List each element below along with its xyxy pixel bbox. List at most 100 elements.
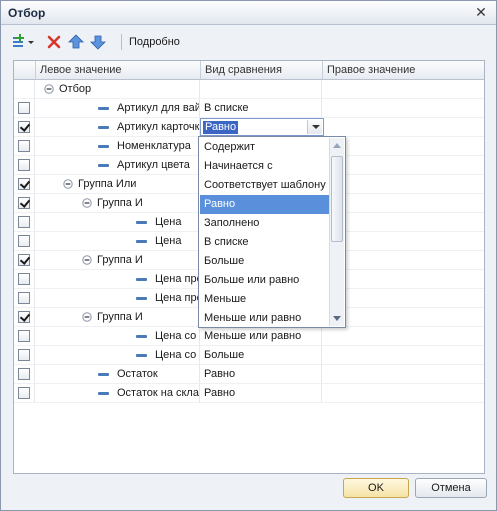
close-icon[interactable]: ✕: [472, 4, 490, 21]
row-checkbox[interactable]: [18, 292, 30, 304]
table-row[interactable]: Артикул карточки Равно: [14, 118, 484, 137]
comparison-cell[interactable]: Равно: [201, 384, 322, 402]
header-left-value[interactable]: Левое значение: [36, 61, 201, 79]
dropdown-scrollbar[interactable]: [329, 138, 344, 326]
table-row[interactable]: Отбор: [14, 80, 484, 99]
collapse-icon[interactable]: [82, 312, 92, 322]
comparison-select[interactable]: Равно: [200, 118, 324, 136]
dropdown-option[interactable]: Больше: [200, 252, 329, 271]
dropdown-option[interactable]: Меньше или равно: [200, 309, 329, 328]
right-value-cell[interactable]: [323, 365, 483, 383]
dropdown-option[interactable]: Соответствует шаблону: [200, 176, 329, 195]
left-value-cell[interactable]: Группа И: [36, 308, 200, 326]
header-comparison[interactable]: Вид сравнения: [201, 61, 323, 79]
left-value-cell[interactable]: Группа И: [36, 251, 200, 269]
left-value-cell[interactable]: Цена про...: [36, 270, 200, 288]
row-checkbox[interactable]: [18, 254, 30, 266]
left-value-cell[interactable]: Отбор: [36, 80, 200, 98]
row-checkbox[interactable]: [18, 349, 30, 361]
chevron-down-icon[interactable]: [307, 120, 322, 134]
right-value-cell[interactable]: [323, 194, 483, 212]
row-checkbox[interactable]: [18, 178, 30, 190]
toolbar-separator: [121, 34, 122, 50]
dropdown-option[interactable]: Больше или равно: [200, 271, 329, 290]
table-row[interactable]: Артикул для вайлд...В списке: [14, 99, 484, 118]
right-value-cell[interactable]: [323, 137, 483, 155]
row-check-cell: [14, 118, 35, 136]
left-value-cell[interactable]: Цена со с...: [36, 327, 200, 345]
dropdown-option[interactable]: Равно: [200, 195, 329, 214]
right-value-cell[interactable]: [323, 251, 483, 269]
dropdown-option[interactable]: Заполнено: [200, 214, 329, 233]
table-row[interactable]: Цена со с...Меньше или равно: [14, 327, 484, 346]
scroll-down-icon[interactable]: [333, 316, 341, 321]
right-value-cell[interactable]: [323, 346, 483, 364]
collapse-icon[interactable]: [82, 255, 92, 265]
details-button[interactable]: Подробно: [129, 36, 180, 48]
left-value-cell[interactable]: Цена про...: [36, 289, 200, 307]
left-value-cell[interactable]: Номенклатура: [36, 137, 200, 155]
add-condition-button[interactable]: [11, 33, 37, 51]
arrow-down-icon: [90, 35, 106, 50]
comparison-dropdown-list[interactable]: Содержит Начинается с Соответствует шаблон…: [198, 136, 346, 328]
table-row[interactable]: Цена со с...Больше: [14, 346, 484, 365]
header-right-value[interactable]: Правое значение: [323, 61, 484, 79]
row-checkbox[interactable]: [18, 216, 30, 228]
left-value-cell[interactable]: Цена: [36, 213, 200, 231]
dropdown-option[interactable]: Начинается с: [200, 157, 329, 176]
row-checkbox[interactable]: [18, 368, 30, 380]
collapse-icon[interactable]: [63, 179, 73, 189]
right-value-cell[interactable]: [323, 80, 483, 98]
row-checkbox[interactable]: [18, 387, 30, 399]
left-value-cell[interactable]: Остаток: [36, 365, 200, 383]
right-value-cell[interactable]: [323, 213, 483, 231]
comparison-cell[interactable]: [201, 80, 322, 98]
scroll-up-icon[interactable]: [333, 143, 341, 148]
dropdown-option[interactable]: Меньше: [200, 290, 329, 309]
comparison-cell[interactable]: Больше: [201, 346, 322, 364]
right-value-cell[interactable]: [323, 232, 483, 250]
right-value-cell[interactable]: [323, 384, 483, 402]
comparison-cell[interactable]: В списке: [201, 99, 322, 117]
left-value-cell[interactable]: Остаток на скла...: [36, 384, 200, 402]
delete-button[interactable]: [45, 33, 63, 51]
collapse-icon[interactable]: [44, 84, 54, 94]
move-up-button[interactable]: [67, 33, 85, 51]
right-value-cell[interactable]: [323, 118, 483, 136]
right-value-cell[interactable]: [323, 156, 483, 174]
row-checkbox[interactable]: [18, 273, 30, 285]
right-value-cell[interactable]: [323, 308, 483, 326]
left-value-cell[interactable]: Артикул для вайлд...: [36, 99, 200, 117]
cancel-button[interactable]: Отмена: [415, 478, 487, 498]
dropdown-option[interactable]: Содержит: [200, 138, 329, 157]
row-checkbox[interactable]: [18, 140, 30, 152]
right-value-cell[interactable]: [323, 175, 483, 193]
row-checkbox[interactable]: [18, 311, 30, 323]
right-value-cell[interactable]: [323, 270, 483, 288]
left-value-cell[interactable]: Артикул карточки: [36, 118, 200, 136]
table-row[interactable]: Остаток на скла... Равно: [14, 384, 484, 403]
row-checkbox[interactable]: [18, 330, 30, 342]
row-checkbox[interactable]: [18, 121, 30, 133]
comparison-cell[interactable]: Равно: [201, 365, 322, 383]
move-down-button[interactable]: [89, 33, 107, 51]
left-value-cell[interactable]: Группа И: [36, 194, 200, 212]
right-value-cell[interactable]: [323, 99, 483, 117]
row-checkbox[interactable]: [18, 102, 30, 114]
dropdown-option[interactable]: В списке: [200, 233, 329, 252]
left-value-cell[interactable]: Цена со с...: [36, 346, 200, 364]
right-value-cell[interactable]: [323, 327, 483, 345]
left-value-cell[interactable]: Цена: [36, 232, 200, 250]
left-value-cell[interactable]: Артикул цвета: [36, 156, 200, 174]
left-value-cell[interactable]: Группа Или: [36, 175, 200, 193]
row-checkbox[interactable]: [18, 197, 30, 209]
scroll-thumb[interactable]: [331, 156, 343, 242]
table-row[interactable]: Остаток Равно: [14, 365, 484, 384]
row-checkbox[interactable]: [18, 159, 30, 171]
row-check-cell: [14, 156, 35, 174]
row-checkbox[interactable]: [18, 235, 30, 247]
comparison-cell[interactable]: Меньше или равно: [201, 327, 322, 345]
ok-button[interactable]: OK: [343, 478, 409, 498]
collapse-icon[interactable]: [82, 198, 92, 208]
right-value-cell[interactable]: [323, 289, 483, 307]
